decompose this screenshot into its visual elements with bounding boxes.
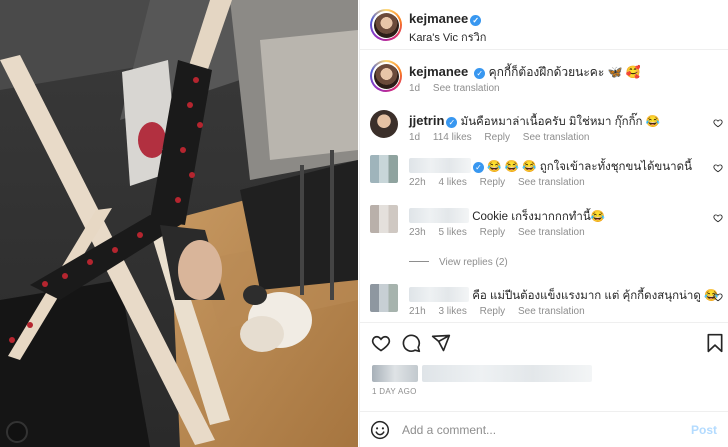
avatar[interactable] <box>370 60 402 92</box>
post-photo[interactable] <box>0 0 358 447</box>
like-heart-icon[interactable] <box>713 292 723 302</box>
aerial-silks-photo <box>0 0 358 447</box>
comment-meta: 22h 4 likes Reply See translation <box>409 177 595 188</box>
avatar[interactable] <box>370 284 398 312</box>
likes-summary[interactable] <box>372 365 592 382</box>
comment-text-line: Cookie เกร็งมากกกทำนี้😂 <box>409 208 605 226</box>
post-timestamp[interactable]: 1 DAY AGO <box>372 387 417 396</box>
comment-meta: 1d 114 likes Reply See translation <box>409 132 600 143</box>
see-translation-link[interactable]: See translation <box>433 83 500 94</box>
see-translation-link[interactable]: See translation <box>518 177 585 188</box>
reply-button[interactable]: Reply <box>480 227 506 238</box>
comment-username[interactable]: jjetrin <box>409 113 444 128</box>
redacted-username[interactable] <box>409 287 469 302</box>
post-username[interactable]: kejmanee ✓ <box>409 11 482 26</box>
view-replies-label[interactable]: View replies (2) <box>439 257 508 268</box>
like-heart-icon[interactable] <box>713 163 723 173</box>
avatar[interactable] <box>370 155 398 183</box>
comment-meta: 21h 3 likes Reply See translation <box>409 306 595 317</box>
comment-likes[interactable]: 114 likes <box>433 132 472 143</box>
liked-by-text[interactable] <box>421 365 592 382</box>
photo-overlay-dot <box>6 421 28 443</box>
caption-time[interactable]: 1d <box>409 83 420 94</box>
comment-likes[interactable]: 4 likes <box>438 177 466 188</box>
comment-time[interactable]: 23h <box>409 227 426 238</box>
view-replies-button[interactable]: View replies (2) <box>409 257 508 268</box>
reply-button[interactable]: Reply <box>480 177 506 188</box>
comment-time[interactable]: 1d <box>409 132 420 143</box>
comment-text: มันคือหมาล่าเนื้อครับ มิใช่หมา กุ๊กกิ๊ก … <box>460 116 661 128</box>
comment-text-line: ✓ 😂 😂 😂 ถูกใจเข้าละทั้งชุกขนได้ขนาดนี้ <box>409 158 692 176</box>
comment-item: Cookie เกร็งมากกกทำนี้😂 23h 5 likes Repl… <box>360 205 728 245</box>
comment-text: Cookie เกร็งมากกกทำนี้😂 <box>472 211 606 223</box>
comment-likes[interactable]: 3 likes <box>438 306 466 317</box>
username-text[interactable]: kejmanee <box>409 11 468 26</box>
caption-text-line: kejmanee ✓ คุกกี้ก็ต้องฝึกด้วยนะคะ 🦋 🥰 <box>409 63 709 82</box>
comment-text-line: jjetrin ✓ มันคือหมาล่าเนื้อครับ มิใช่หมา … <box>409 113 660 131</box>
comment-time[interactable]: 22h <box>409 177 426 188</box>
share-icon[interactable] <box>431 333 451 353</box>
post-comment-button[interactable]: Post <box>691 423 717 437</box>
add-comment-input[interactable] <box>402 421 672 439</box>
verified-icon: ✓ <box>446 117 458 128</box>
liked-by-avatars[interactable] <box>372 365 418 382</box>
verified-icon: ✓ <box>474 68 486 79</box>
heart-icon[interactable] <box>371 333 391 353</box>
post-detail-panel: kejmanee ✓ Kara's Vic กรวิก kejmanee ✓ คุก… <box>359 0 728 447</box>
caption-username[interactable]: kejmanee <box>409 64 468 79</box>
comment-meta: 23h 5 likes Reply See translation <box>409 227 595 238</box>
emoji-icon[interactable] <box>370 420 390 440</box>
caption-text: คุกกี้ก็ต้องฝึกด้วยนะคะ 🦋 🥰 <box>488 65 641 79</box>
add-comment-bar: Post <box>360 411 728 447</box>
see-translation-link[interactable]: See translation <box>518 227 585 238</box>
like-heart-icon[interactable] <box>713 118 723 128</box>
post-header: kejmanee ✓ Kara's Vic กรวิก <box>360 0 728 50</box>
comment-item: คือ แม่ปีนต้องแข็งแรงมาก แต่ คุ้กกี้ดงสน… <box>360 284 728 324</box>
caption-meta: 1d See translation <box>409 83 510 94</box>
redacted-username[interactable] <box>409 208 469 223</box>
avatar[interactable] <box>370 9 402 41</box>
see-translation-link[interactable]: See translation <box>518 306 585 317</box>
bookmark-icon[interactable] <box>705 333 725 353</box>
post-caption: kejmanee ✓ คุกกี้ก็ต้องฝึกด้วยนะคะ 🦋 🥰 1d… <box>360 58 728 102</box>
reply-button[interactable]: Reply <box>484 132 510 143</box>
comment-item: ✓ 😂 😂 😂 ถูกใจเข้าละทั้งชุกขนได้ขนาดนี้ 2… <box>360 155 728 195</box>
comment-text-line: คือ แม่ปีนต้องแข็งแรงมาก แต่ คุ้กกี้ดงสน… <box>409 287 718 305</box>
comment-time[interactable]: 21h <box>409 306 426 317</box>
comment-likes[interactable]: 5 likes <box>438 227 466 238</box>
verified-icon: ✓ <box>470 15 482 26</box>
avatar[interactable] <box>370 205 398 233</box>
post-action-bar <box>360 322 728 366</box>
comment-icon[interactable] <box>401 333 421 353</box>
comment-item: jjetrin ✓ มันคือหมาล่าเนื้อครับ มิใช่หมา … <box>360 110 728 150</box>
post-location[interactable]: Kara's Vic กรวิก <box>409 28 486 46</box>
reply-button[interactable]: Reply <box>480 306 506 317</box>
comment-text: 😂 😂 😂 ถูกใจเข้าละทั้งชุกขนได้ขนาดนี้ <box>487 161 692 173</box>
comment-text: คือ แม่ปีนต้องแข็งแรงมาก แต่ คุ้กกี้ดงสน… <box>472 290 719 302</box>
see-translation-link[interactable]: See translation <box>523 132 590 143</box>
verified-icon: ✓ <box>473 162 484 173</box>
redacted-username[interactable] <box>409 158 471 173</box>
replies-divider <box>409 261 429 262</box>
avatar[interactable] <box>370 110 398 138</box>
like-heart-icon[interactable] <box>713 213 723 223</box>
